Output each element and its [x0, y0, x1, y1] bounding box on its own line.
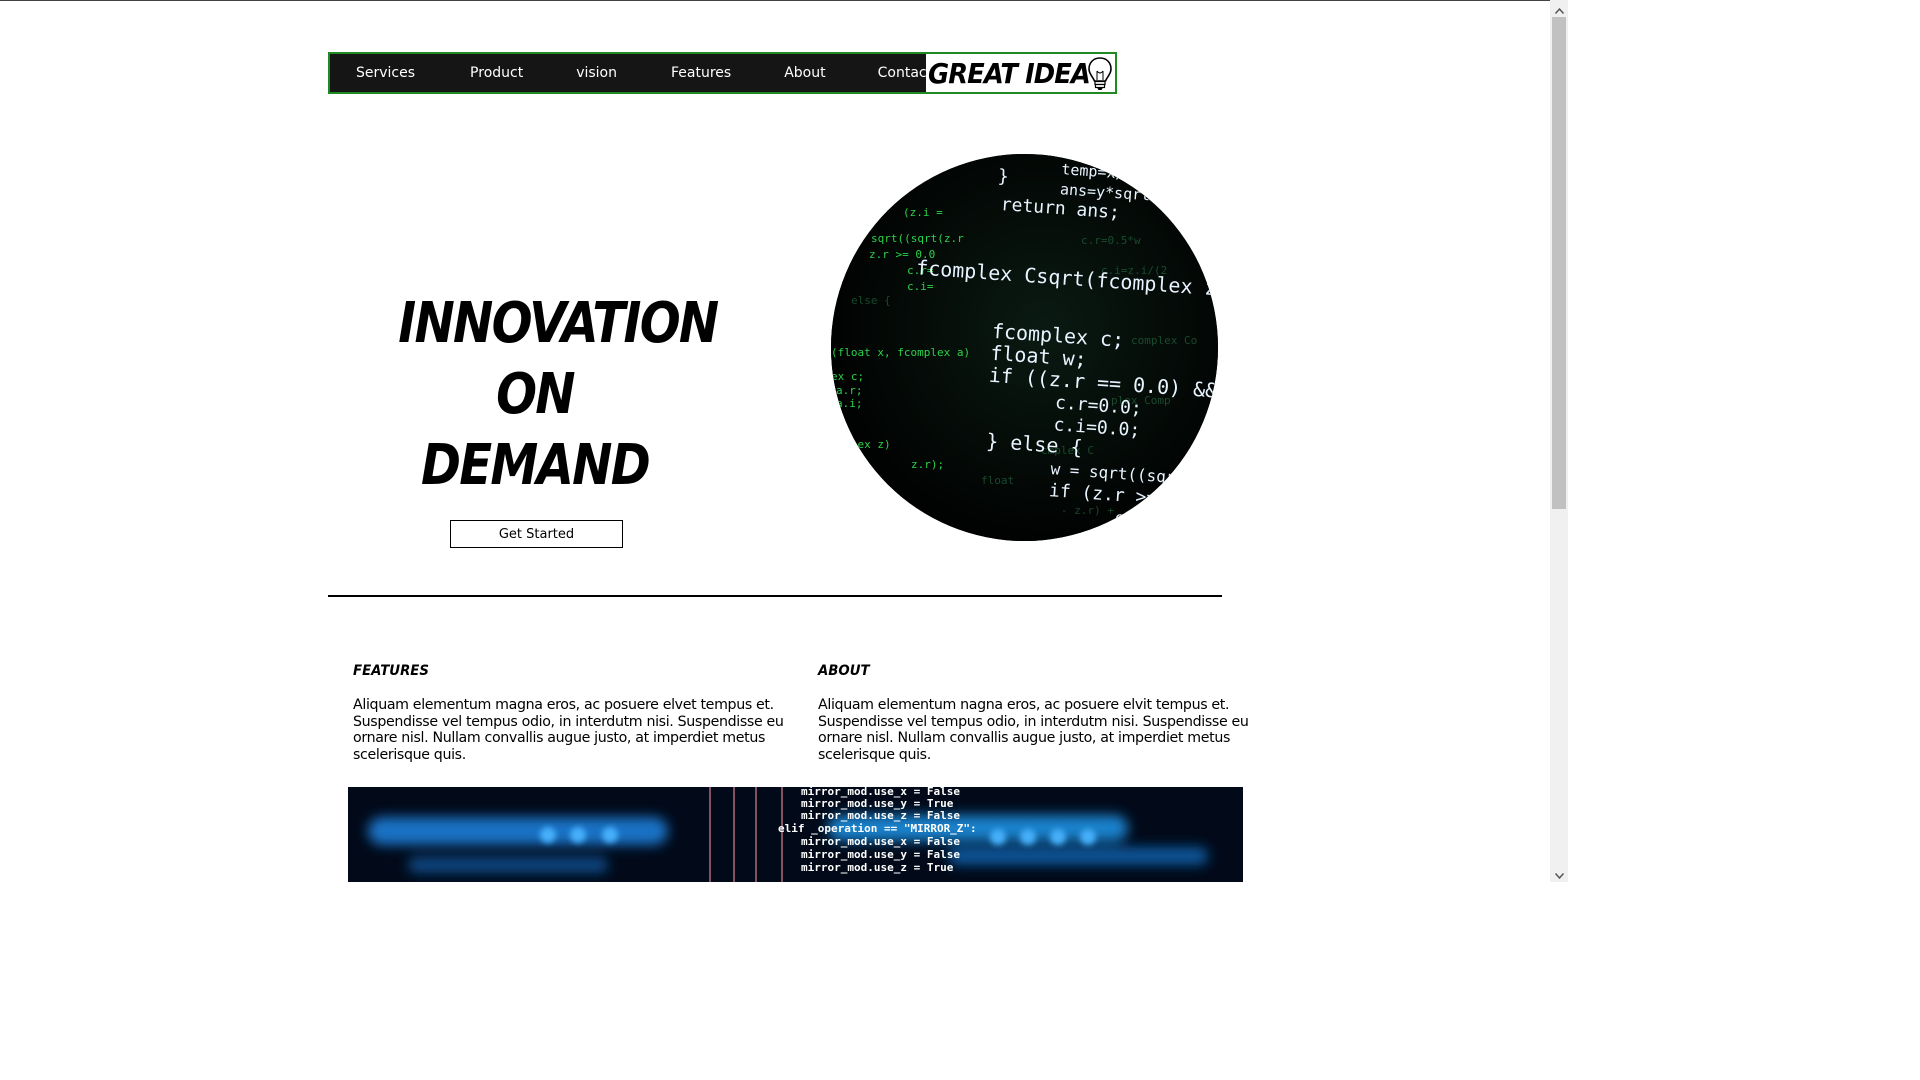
svg-text:sqrt((sqrt(z.r: sqrt((sqrt(z.r [871, 232, 964, 245]
nav-item-features[interactable]: Features [671, 65, 731, 81]
section-divider [328, 595, 1222, 597]
top-rule [0, 0, 1550, 1]
svg-text:- z.r) +: - z.r) + [1061, 504, 1114, 517]
scroll-down-button[interactable] [1550, 865, 1568, 882]
nav-items: Services Product vision Features About C… [330, 54, 932, 92]
banner-code-line: mirror_mod.use_z = True [801, 861, 954, 874]
chevron-down-icon [1554, 864, 1564, 883]
banner-code-line: mirror_mod.use_y = False [801, 848, 960, 861]
code-banner-image: mirror_mod.use_x = False mirror_mod.use_… [348, 787, 1243, 882]
svg-text:a.i;: a.i; [836, 397, 863, 410]
svg-text:else {: else { [851, 294, 891, 307]
features-body: Aliquam elementum magna eros, ac posuere… [353, 697, 784, 763]
svg-text:a.r;: a.r; [836, 384, 863, 397]
svg-text:omplex z): omplex z) [831, 438, 891, 451]
page: Services Product vision Features About C… [0, 0, 1550, 882]
svg-text:(float x, fcomplex a): (float x, fcomplex a) [831, 346, 970, 359]
nav-item-services[interactable]: Services [356, 65, 415, 81]
hero-code-line: c.r [1114, 508, 1145, 529]
svg-text:c.i=: c.i= [907, 280, 934, 293]
about-body: Aliquam elementum nagna eros, ac posuere… [818, 697, 1249, 763]
svg-text:complex Co: complex Co [1131, 334, 1197, 347]
about-heading: ABOUT [818, 663, 870, 679]
scroll-thumb[interactable] [1552, 17, 1566, 509]
svg-text:float: float [981, 474, 1014, 487]
hero-title: INNOVATION ON DEMAND [398, 288, 719, 501]
banner-code-line: mirror_mod.use_z = False [801, 809, 960, 822]
navbar: Services Product vision Features About C… [328, 52, 1117, 94]
get-started-button[interactable]: Get Started [450, 520, 623, 548]
logo-text: GREAT IDEA [928, 56, 1091, 90]
features-heading: FEATURES [353, 663, 429, 679]
banner-code-line: elif _operation == "MIRROR_Z": [778, 822, 977, 835]
hero-code-image: c.r=0.5*w c.i=z.i/(2 else { complex Co p… [831, 154, 1218, 541]
logo[interactable]: GREAT IDEA [926, 54, 1115, 92]
chevron-up-icon [1554, 0, 1564, 18]
hero-title-line: ON [496, 362, 576, 427]
lightbulb-icon [1087, 56, 1113, 96]
svg-text:c.r=0.5*w: c.r=0.5*w [1081, 234, 1141, 247]
svg-text:(z.i =: (z.i = [903, 206, 943, 219]
nav-item-product[interactable]: Product [470, 65, 523, 81]
nav-item-contact[interactable]: Contact [878, 65, 932, 81]
nav-item-vision[interactable]: vision [576, 65, 617, 81]
nav-item-about[interactable]: About [784, 65, 825, 81]
hero-title-line: INNOVATION [398, 291, 719, 356]
scroll-up-button[interactable] [1550, 0, 1568, 17]
vertical-scrollbar[interactable] [1550, 0, 1568, 882]
svg-text:z.r);: z.r); [911, 458, 944, 471]
banner-code-line: mirror_mod.use_x = False [801, 835, 960, 848]
svg-text:ex c;: ex c; [831, 370, 864, 383]
hero-title-line: DEMAND [420, 433, 651, 498]
hero-code-line: } [997, 166, 1009, 188]
